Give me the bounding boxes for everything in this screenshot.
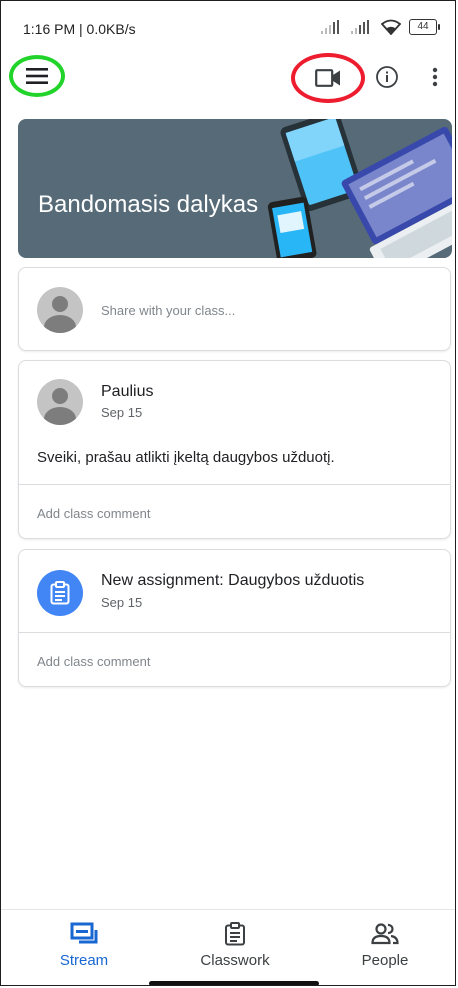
people-icon: [371, 923, 399, 945]
nav-people-label: People: [361, 952, 409, 969]
nav-stream-label: Stream: [59, 952, 109, 969]
menu-icon: [26, 68, 48, 84]
nav-classwork-label: Classwork: [200, 952, 270, 969]
battery-indicator: 44: [409, 19, 440, 35]
nav-stream[interactable]: Stream: [29, 922, 139, 969]
add-class-comment-link[interactable]: Add class comment: [37, 654, 150, 669]
class-title: Bandomasis dalykas: [38, 191, 259, 218]
assignment-badge: [37, 570, 83, 616]
user-avatar: [37, 287, 83, 333]
bottom-navigation: Stream Classwork People: [1, 909, 455, 985]
nav-classwork[interactable]: Classwork: [180, 922, 290, 969]
class-banner[interactable]: Bandomasis dalykas: [18, 119, 452, 258]
announcement-card[interactable]: Paulius Sep 15 Sveiki, prašau atlikti įk…: [18, 360, 451, 539]
divider: [19, 632, 450, 633]
home-indicator[interactable]: [149, 981, 319, 985]
video-meet-button[interactable]: [291, 53, 365, 103]
menu-button[interactable]: [9, 55, 65, 97]
phone-screen: 1:16 PM | 0.0KB/s 44 Bandomasis dalykas …: [0, 0, 456, 986]
info-icon: [376, 66, 398, 88]
post-author: Paulius: [101, 383, 154, 400]
share-placeholder: Share with your class...: [101, 303, 236, 318]
stream-icon: [70, 922, 98, 944]
class-info-button[interactable]: [373, 63, 401, 91]
author-avatar: [37, 379, 83, 425]
status-time: 1:16 PM | 0.0KB/s: [23, 21, 136, 37]
more-options-button[interactable]: [421, 63, 449, 91]
assignment-card[interactable]: New assignment: Daugybos užduotis Sep 15…: [18, 549, 451, 687]
devices-illustration: [267, 119, 452, 258]
more-vert-icon: [432, 67, 438, 87]
wifi-icon: [381, 19, 401, 35]
add-class-comment-link[interactable]: Add class comment: [37, 506, 150, 521]
assignment-date: Sep 15: [101, 595, 143, 610]
signal-icon-2: [351, 20, 369, 34]
post-date: Sep 15: [101, 405, 143, 420]
signal-icon: [321, 20, 339, 34]
assignment-title: New assignment: Daugybos užduotis: [101, 572, 365, 589]
assignment-icon: [50, 581, 70, 605]
share-with-class-card[interactable]: Share with your class...: [18, 267, 451, 351]
divider: [19, 484, 450, 485]
app-bar: [1, 51, 455, 107]
video-icon: [315, 69, 340, 87]
nav-people[interactable]: People: [330, 922, 440, 969]
post-body: Sveiki, prašau atlikti įkeltą daugybos u…: [37, 449, 335, 466]
status-icons: 44: [321, 19, 440, 35]
status-bar: 1:16 PM | 0.0KB/s 44: [1, 1, 455, 47]
classwork-icon: [225, 922, 245, 946]
